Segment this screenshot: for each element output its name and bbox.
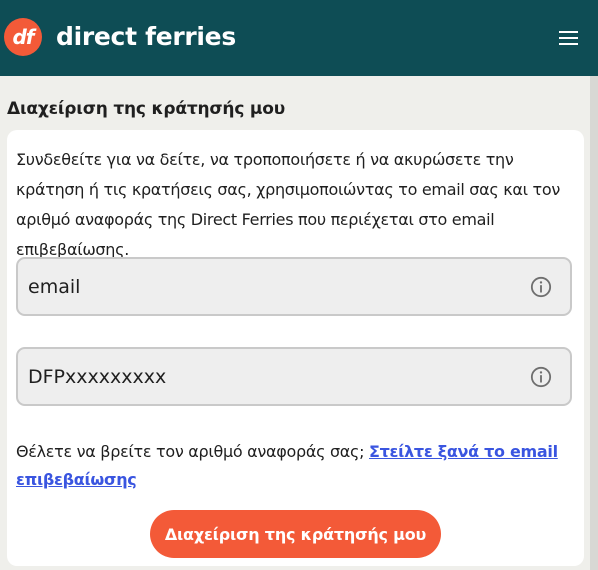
helper-label: Θέλετε να βρείτε τον αριθμό αναφοράς σας… <box>16 442 370 461</box>
booking-reference-field[interactable] <box>16 347 572 406</box>
scrollbar[interactable] <box>590 76 598 570</box>
brand-name[interactable]: direct ferries <box>56 22 236 51</box>
email-field[interactable] <box>16 257 572 316</box>
page-title: Διαχείριση της κράτησής μου <box>7 99 285 119</box>
logo-icon[interactable]: df <box>4 18 42 56</box>
info-icon[interactable] <box>530 366 552 388</box>
manage-booking-button[interactable]: Διαχείριση της κράτησής μου <box>150 510 441 558</box>
reference-help-text: Θέλετε να βρείτε τον αριθμό αναφοράς σας… <box>16 438 576 494</box>
intro-text: Συνδεθείτε για να δείτε, να τροποποιήσετ… <box>16 150 560 259</box>
hamburger-menu-icon[interactable] <box>559 31 578 45</box>
site-header: df direct ferries <box>0 0 598 76</box>
info-icon[interactable] <box>530 276 552 298</box>
booking-reference-input[interactable] <box>28 349 528 404</box>
email-input[interactable] <box>28 259 528 314</box>
